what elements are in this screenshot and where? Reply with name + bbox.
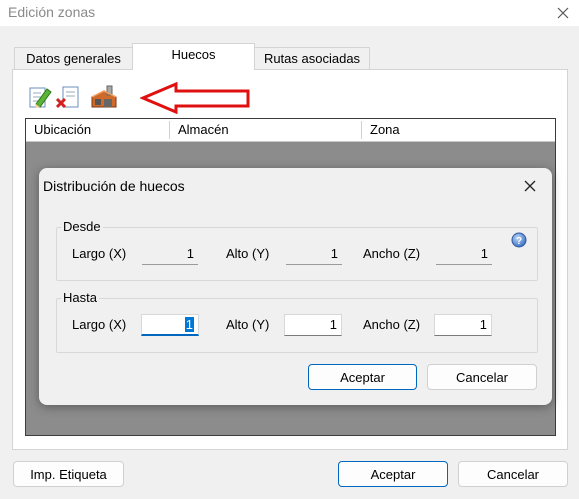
desde-alto-label: Alto (Y) xyxy=(226,246,270,261)
dialog-accept-button[interactable]: Aceptar xyxy=(308,364,417,390)
hasta-alto-label: Alto (Y) xyxy=(226,317,270,332)
cancel-button[interactable]: Cancelar xyxy=(458,461,568,487)
column-header-zona[interactable]: Zona xyxy=(362,119,555,141)
tab-rutas-asociadas[interactable]: Rutas asociadas xyxy=(254,47,370,69)
warehouse-distribution-icon xyxy=(91,85,117,108)
dialog-title: Distribución de huecos xyxy=(43,178,185,194)
tab-label: Rutas asociadas xyxy=(263,51,361,66)
selected-text: 1 xyxy=(184,317,194,332)
tab-datos-generales[interactable]: Datos generales xyxy=(14,47,133,69)
column-header-ubicacion[interactable]: Ubicación xyxy=(26,119,170,141)
desde-largo-label: Largo (X) xyxy=(72,246,127,261)
dialog-close-button[interactable] xyxy=(517,173,543,199)
distribution-button[interactable] xyxy=(89,83,119,111)
close-icon xyxy=(524,180,536,192)
tab-huecos[interactable]: Huecos xyxy=(132,43,255,70)
edit-button[interactable] xyxy=(27,84,53,110)
print-label-button[interactable]: Imp. Etiqueta xyxy=(13,461,124,487)
window-title: Edición zonas xyxy=(8,4,96,20)
hasta-alto-input[interactable]: 1 xyxy=(284,314,342,336)
desde-alto-field: 1 xyxy=(286,243,342,265)
close-icon xyxy=(557,7,569,19)
column-header-almacen[interactable]: Almacén xyxy=(170,119,362,141)
hasta-ancho-label: Ancho (Z) xyxy=(363,317,421,332)
red-arrow-annotation xyxy=(140,82,250,114)
desde-ancho-field: 1 xyxy=(436,243,492,265)
hasta-group-label: Hasta xyxy=(61,290,99,305)
desde-ancho-label: Ancho (Z) xyxy=(363,246,421,261)
delete-button[interactable] xyxy=(55,84,81,110)
help-icon: ? xyxy=(511,232,527,248)
hasta-ancho-input[interactable]: 1 xyxy=(434,314,492,336)
window-close-button[interactable] xyxy=(550,0,576,26)
grid-header: Ubicación Almacén Zona xyxy=(26,119,555,142)
svg-text:?: ? xyxy=(516,236,522,247)
tab-label: Datos generales xyxy=(26,51,121,66)
hasta-largo-input[interactable]: 1 xyxy=(141,314,199,336)
help-button[interactable]: ? xyxy=(511,232,527,248)
tab-label: Huecos xyxy=(171,46,216,62)
delete-icon xyxy=(55,86,79,109)
desde-group-label: Desde xyxy=(61,219,103,234)
hasta-largo-label: Largo (X) xyxy=(72,317,127,332)
dialog-cancel-button[interactable]: Cancelar xyxy=(427,364,537,390)
edit-icon xyxy=(29,87,52,108)
accept-button[interactable]: Aceptar xyxy=(338,461,448,487)
desde-largo-field: 1 xyxy=(142,243,198,265)
